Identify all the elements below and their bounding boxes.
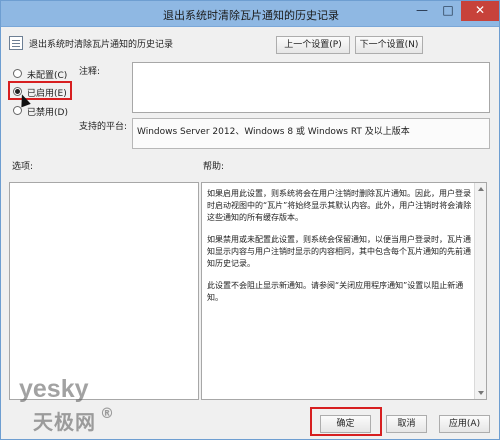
help-scrollbar[interactable] <box>474 183 486 399</box>
options-section-label: 选项: <box>12 162 34 172</box>
radio-label: 已禁用(D) <box>27 108 68 118</box>
help-text: 如果启用此设置，则系统将会在用户注销时删除瓦片通知。因此，用户登录时启动视图中的… <box>207 188 473 314</box>
minimize-icon[interactable]: — <box>409 1 435 21</box>
comment-label: 注释: <box>79 67 101 77</box>
help-paragraph: 此设置不会阻止显示新通知。请参阅“关闭应用程序通知”设置以阻止新通知。 <box>207 281 464 302</box>
registered-mark-icon: ® <box>100 406 114 422</box>
radio-button[interactable] <box>13 69 22 78</box>
policy-settings-window: 退出系统时清除瓦片通知的历史记录 — □ ✕ 退出系统时清除瓦片通知的历史记录 … <box>0 0 500 440</box>
watermark-text-top: yesky <box>19 375 89 403</box>
scroll-up-icon[interactable] <box>476 184 485 194</box>
help-section-label: 帮助: <box>203 162 225 172</box>
supported-platform-field: Windows Server 2012、Windows 8 或 Windows … <box>132 118 490 149</box>
help-panel: 如果启用此设置，则系统将会在用户注销时删除瓦片通知。因此，用户登录时启动视图中的… <box>201 182 487 400</box>
comment-field[interactable] <box>132 62 490 113</box>
supported-platform-label: 支持的平台: <box>79 122 128 132</box>
radio-label: 未配置(C) <box>27 71 68 81</box>
policy-title: 退出系统时清除瓦片通知的历史记录 <box>29 40 174 50</box>
previous-setting-button[interactable]: 上一个设置(P) <box>276 36 350 54</box>
cancel-button[interactable]: 取消 <box>386 415 427 433</box>
close-icon[interactable]: ✕ <box>461 1 499 21</box>
title-bar: 退出系统时清除瓦片通知的历史记录 — □ ✕ <box>1 1 499 27</box>
help-paragraph: 如果禁用或未配置此设置，则系统会保留通知，以便当用户登录时，瓦片通知显示内容与用… <box>207 235 471 268</box>
watermark-text-bottom: 天极网 <box>33 410 96 434</box>
policy-icon <box>9 36 23 50</box>
next-setting-button[interactable]: 下一个设置(N) <box>355 36 423 54</box>
scroll-down-icon[interactable] <box>476 388 485 398</box>
window-title: 退出系统时清除瓦片通知的历史记录 <box>163 9 339 22</box>
supported-platform-value: Windows Server 2012、Windows 8 或 Windows … <box>137 127 410 137</box>
apply-button[interactable]: 应用(A) <box>439 415 490 433</box>
help-paragraph: 如果启用此设置，则系统将会在用户注销时删除瓦片通知。因此，用户登录时启动视图中的… <box>207 189 472 222</box>
yesky-watermark: yesky 天极网 ® <box>19 375 144 434</box>
maximize-icon[interactable]: □ <box>435 1 461 21</box>
ok-button[interactable]: 确定 <box>320 415 371 433</box>
options-panel <box>9 182 199 400</box>
